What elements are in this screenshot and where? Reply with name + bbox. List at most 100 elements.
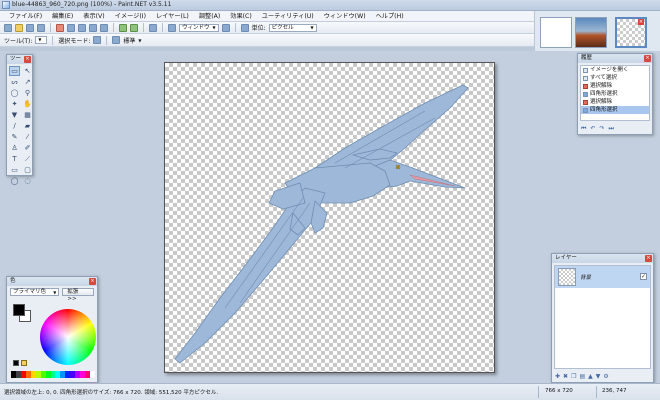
tool-select[interactable]: ▼ [35, 36, 48, 44]
image-thumbnail-landscape[interactable] [575, 17, 607, 48]
ellipse-tool[interactable]: ◯ [9, 176, 20, 186]
text-tool[interactable]: T [9, 154, 20, 164]
rewind-icon[interactable]: ⏮ [581, 125, 586, 132]
history-item[interactable]: 四角形選択 [581, 90, 649, 98]
menu-help[interactable]: ヘルプ(H) [371, 11, 409, 21]
swap-colors-icon[interactable] [21, 360, 27, 366]
move-layer-down-icon[interactable]: ▼ [596, 373, 601, 380]
ellipse-select-tool[interactable]: ◯ [9, 88, 20, 98]
deselect-icon[interactable] [100, 23, 108, 32]
menu-window[interactable]: ウィンドウ(W) [319, 11, 371, 21]
rectangle-tool[interactable]: ▭ [9, 165, 20, 175]
close-icon[interactable]: × [645, 255, 652, 262]
undo-icon[interactable]: ↶ [590, 125, 595, 132]
primary-color-swatch[interactable] [13, 304, 25, 316]
close-icon[interactable]: × [638, 19, 644, 25]
rectangle-icon: ▭ [11, 165, 18, 174]
undo-icon[interactable] [119, 23, 127, 32]
color-mode-select[interactable]: プライマリ色 ▼ [10, 288, 60, 296]
menu-utilities[interactable]: ユーティリティ(U) [257, 11, 319, 21]
history-item[interactable]: すべて選択 [581, 74, 649, 82]
menu-edit[interactable]: 編集(E) [47, 11, 78, 21]
merge-layer-icon[interactable]: ▤ [579, 373, 585, 380]
clone-stamp-tool[interactable]: ♙ [9, 143, 20, 153]
layer-visibility-checkbox[interactable]: ✓ [640, 273, 647, 280]
status-bar: 選択領域の左上: 0, 0. 四角形選択のサイズ: 766 x 720. 領域:… [0, 383, 660, 400]
history-item-selected[interactable]: 四角形選択 [581, 106, 649, 114]
close-icon[interactable]: × [24, 56, 31, 63]
zoom-in-icon[interactable] [221, 23, 230, 32]
magic-wand-tool[interactable]: ✦ [9, 99, 20, 109]
lasso-select-tool[interactable]: ᔕ [9, 77, 20, 87]
menu-image[interactable]: イメージ(I) [110, 11, 151, 21]
color-picker-tool[interactable]: ⁄ [22, 132, 33, 142]
move-layer-up-icon[interactable]: ▲ [588, 373, 593, 380]
eraser-tool[interactable]: ▰ [22, 121, 33, 131]
paste-icon[interactable] [78, 23, 86, 32]
color-wheel[interactable] [40, 309, 96, 365]
print-icon[interactable] [37, 23, 45, 32]
antialias-icon[interactable] [112, 36, 121, 44]
cut-icon[interactable] [56, 23, 64, 32]
tool-label: ツール(T): [4, 37, 33, 45]
line-tool[interactable]: ⟋ [22, 154, 33, 164]
selection-mode-label: 選択モード: [58, 37, 91, 45]
close-icon[interactable]: × [89, 278, 96, 285]
crop-icon[interactable] [89, 23, 97, 32]
copy-icon[interactable] [67, 23, 75, 32]
zoom-tool[interactable]: ⚲ [22, 88, 33, 98]
rounded-rectangle-icon: ▢ [24, 165, 31, 174]
grid-icon[interactable] [149, 23, 157, 32]
reset-colors-icon[interactable] [13, 360, 19, 366]
ruler-icon[interactable] [240, 23, 249, 32]
unit-select[interactable]: ピクセル ▼ [268, 23, 317, 32]
new-file-icon[interactable] [4, 23, 12, 32]
duplicate-layer-icon[interactable]: ❐ [571, 373, 576, 380]
colors-panel: 色 × プライマリ色 ▼ 拡張 >> [6, 276, 98, 383]
image-thumbnail-active[interactable]: × [615, 17, 647, 48]
gradient-tool[interactable]: ▦ [22, 110, 33, 120]
menu-adjustments[interactable]: 調整(A) [194, 11, 225, 21]
selection-mode-icon[interactable] [93, 36, 102, 44]
more-colors-button[interactable]: 拡張 >> [62, 288, 94, 302]
toolbar-separator [50, 23, 51, 32]
redo-icon[interactable]: ↷ [599, 125, 604, 132]
fast-forward-icon[interactable]: ⏭ [608, 125, 613, 132]
delete-layer-icon[interactable]: ✖ [563, 373, 568, 380]
open-folder-icon[interactable] [15, 23, 23, 32]
pencil-tool[interactable]: ✎ [9, 132, 20, 142]
move-selection-tool[interactable]: ↗ [22, 77, 33, 87]
menu-effects[interactable]: 効果(C) [225, 11, 257, 21]
add-layer-icon[interactable]: ✚ [555, 373, 560, 380]
history-item[interactable]: イメージを開く [581, 66, 649, 74]
redo-icon[interactable] [130, 23, 138, 32]
standard-value[interactable]: 標準 [123, 36, 135, 45]
image-canvas[interactable] [164, 62, 495, 373]
menu-view[interactable]: 表示(V) [78, 11, 109, 21]
line-curve-icon: ⟋ [25, 154, 30, 163]
save-icon[interactable] [26, 23, 34, 32]
zoom-window-select[interactable]: ウィンドウ ▼ [179, 23, 219, 32]
palette-swatch[interactable] [90, 371, 95, 378]
zoom-icon[interactable] [168, 23, 176, 32]
menu-file[interactable]: ファイル(F) [4, 11, 47, 21]
rounded-rectangle-tool[interactable]: ▢ [22, 165, 33, 175]
history-item[interactable]: 選択解除 [581, 82, 649, 90]
layer-row[interactable]: 背景 ✓ [555, 266, 650, 288]
tool-grid: ▭ ↖ ᔕ ↗ ◯ ⚲ ✦ ✋ ▼ ▦ ∕ ▰ ✎ ⁄ ♙ ✐ T ⟋ ▭ ▢ … [7, 64, 32, 186]
tools-panel-title-text: ツー [10, 56, 22, 62]
recolor-tool[interactable]: ✐ [22, 143, 33, 153]
layer-properties-icon[interactable]: ⚙ [603, 373, 608, 380]
close-icon[interactable]: × [644, 55, 651, 62]
freeform-shape-tool[interactable]: ◌ [22, 176, 33, 186]
pan-tool[interactable]: ✋ [22, 99, 33, 109]
hand-icon: ✋ [23, 99, 32, 108]
image-thumbnail-blank[interactable] [540, 17, 572, 48]
paintbrush-tool[interactable]: ∕ [9, 121, 20, 131]
menu-layers[interactable]: レイヤー(L) [151, 11, 194, 21]
history-item[interactable]: 選択解除 [581, 98, 649, 106]
move-selected-tool[interactable]: ↖ [22, 66, 33, 76]
toolbar-separator [143, 23, 144, 32]
paint-bucket-tool[interactable]: ▼ [9, 110, 20, 120]
rectangle-select-tool[interactable]: ▭ [9, 66, 20, 76]
